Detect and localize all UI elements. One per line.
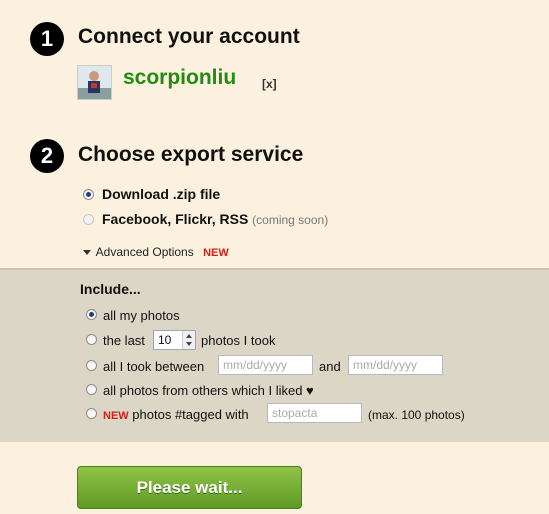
step-1-title: Connect your account <box>78 25 300 48</box>
service-social-label[interactable]: Facebook, Flickr, RSS (coming soon) <box>102 211 328 227</box>
advanced-options-label: Advanced Options <box>95 245 194 259</box>
step-2-badge: 2 <box>30 139 64 173</box>
start-date-input[interactable]: mm/dd/yyyy <box>218 355 313 375</box>
include-tagged-radio[interactable] <box>86 408 97 419</box>
new-badge: NEW <box>203 247 229 259</box>
user-avatar <box>77 65 112 100</box>
include-all-radio[interactable] <box>86 309 97 320</box>
include-last-radio[interactable] <box>86 334 97 345</box>
include-between-prefix: all I took between <box>103 359 205 374</box>
include-title: Include... <box>80 281 141 297</box>
tagged-text: photos #tagged with <box>132 407 249 422</box>
please-wait-button[interactable]: Please wait... <box>77 466 302 509</box>
tagged-new-badge: NEW <box>103 410 129 422</box>
end-date-input[interactable]: mm/dd/yyyy <box>348 355 443 375</box>
include-last-prefix: the last <box>103 333 145 348</box>
last-count-value: 10 <box>158 333 172 347</box>
service-zip-radio[interactable] <box>83 189 94 200</box>
stepper-arrows[interactable] <box>182 331 195 349</box>
stepper-up-icon[interactable] <box>186 334 192 338</box>
disconnect-account-button[interactable]: [x] <box>262 77 277 91</box>
tagged-max-note: (max. 100 photos) <box>368 408 465 422</box>
include-last-suffix: photos I took <box>201 333 276 348</box>
tag-input[interactable]: stopacta <box>267 403 362 423</box>
service-zip-label[interactable]: Download .zip file <box>102 186 220 202</box>
include-liked-label[interactable]: all photos from others which I liked ♥ <box>103 383 314 398</box>
service-social-radio[interactable] <box>83 214 94 225</box>
step-1-badge: 1 <box>30 22 64 56</box>
triangle-down-icon <box>83 250 91 256</box>
stepper-down-icon[interactable] <box>186 342 192 346</box>
step-2-title: Choose export service <box>78 143 304 166</box>
include-between-and: and <box>319 359 341 374</box>
service-social-text: Facebook, Flickr, RSS <box>102 211 249 227</box>
include-all-label[interactable]: all my photos <box>103 308 180 323</box>
coming-soon-note: (coming soon) <box>252 213 329 227</box>
include-between-radio[interactable] <box>86 360 97 371</box>
include-tagged-label[interactable]: NEW photos #tagged with <box>103 407 249 422</box>
last-count-stepper[interactable]: 10 <box>153 330 196 350</box>
advanced-options-toggle[interactable]: Advanced Options NEW <box>83 245 229 259</box>
avatar-image <box>78 66 111 99</box>
username: scorpionliu <box>123 66 237 89</box>
include-liked-radio[interactable] <box>86 384 97 395</box>
